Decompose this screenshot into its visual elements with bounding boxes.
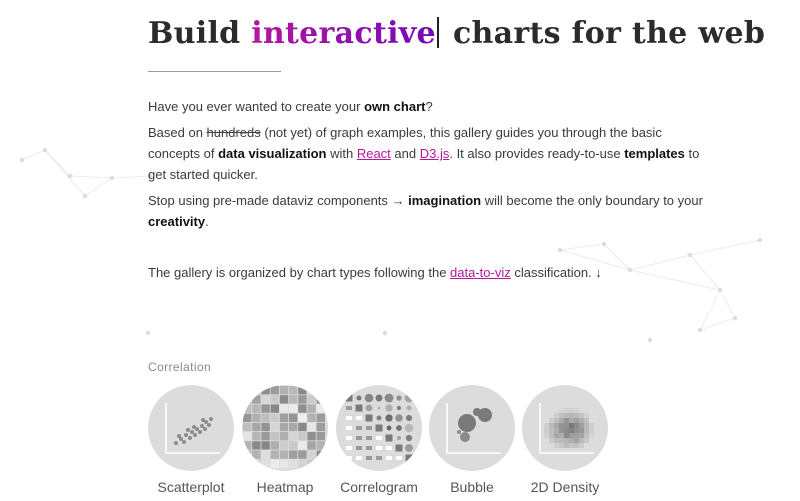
intro-p2-strikethrough: hundreds [206, 125, 261, 140]
intro-p3-bold-creativity: creativity [148, 214, 206, 229]
page-title: Build interactive charts for the web [148, 16, 765, 51]
intro-p1-text: Have you ever wanted to create your [148, 99, 365, 114]
intro-p2-c: with [326, 146, 357, 161]
scatterplot-icon [148, 385, 234, 471]
title-accent-word: interactive [251, 16, 436, 51]
density-2d-label: 2D Density [530, 479, 600, 495]
page: Build interactive charts for the web Have… [0, 0, 800, 501]
intro-p2-e: . It also provides ready-to-use [449, 146, 625, 161]
intro-paragraph-1: Have you ever wanted to create your own … [148, 96, 708, 117]
scatterplot-thumbnail [165, 403, 220, 454]
intro-p4-b: classification. ↓ [510, 265, 602, 280]
correlogram-thumbnail [345, 393, 414, 462]
intro-p3-a: Stop using pre-made dataviz components → [148, 193, 409, 208]
section-label-correlation: Correlation [148, 360, 212, 374]
bubble-icon [429, 385, 515, 471]
intro-p3-b: will become the only boundary to your [481, 193, 703, 208]
typing-cursor [436, 17, 439, 48]
density-2d-thumbnail [539, 403, 594, 454]
intro-text: Have you ever wanted to create your own … [148, 96, 708, 288]
correlogram-icon [336, 385, 422, 471]
title-divider [148, 71, 281, 72]
title-start: Build [148, 16, 252, 51]
react-link[interactable]: React [357, 146, 391, 161]
intro-p3-c: . [205, 214, 209, 229]
intro-paragraph-4: The gallery is organized by chart types … [148, 262, 708, 283]
intro-p2-bold-dataviz: data visualization [218, 146, 327, 161]
bubble-thumbnail [446, 403, 501, 454]
data-to-viz-link[interactable]: data-to-viz [450, 265, 511, 280]
heatmap-icon [242, 385, 328, 471]
intro-p2-d: and [390, 146, 420, 161]
intro-p1-bold: own chart [364, 99, 426, 114]
intro-p2-bold-templates: templates [624, 146, 685, 161]
intro-paragraph-3: Stop using pre-made dataviz components →… [148, 190, 708, 232]
intro-paragraph-2: Based on hundreds (not yet) of graph exa… [148, 122, 708, 185]
intro-p3-bold-imagination: imagination [408, 193, 482, 208]
density-2d-card[interactable]: 2D Density [522, 385, 608, 495]
title-end: charts for the web [452, 16, 766, 51]
heatmap-thumbnail [243, 386, 325, 468]
intro-p1-end: ? [425, 99, 433, 114]
d3js-link[interactable]: D3.js [420, 146, 450, 161]
intro-p2-a: Based on [148, 125, 207, 140]
density-2d-icon [522, 385, 608, 471]
intro-p4-a: The gallery is organized by chart types … [148, 265, 451, 280]
